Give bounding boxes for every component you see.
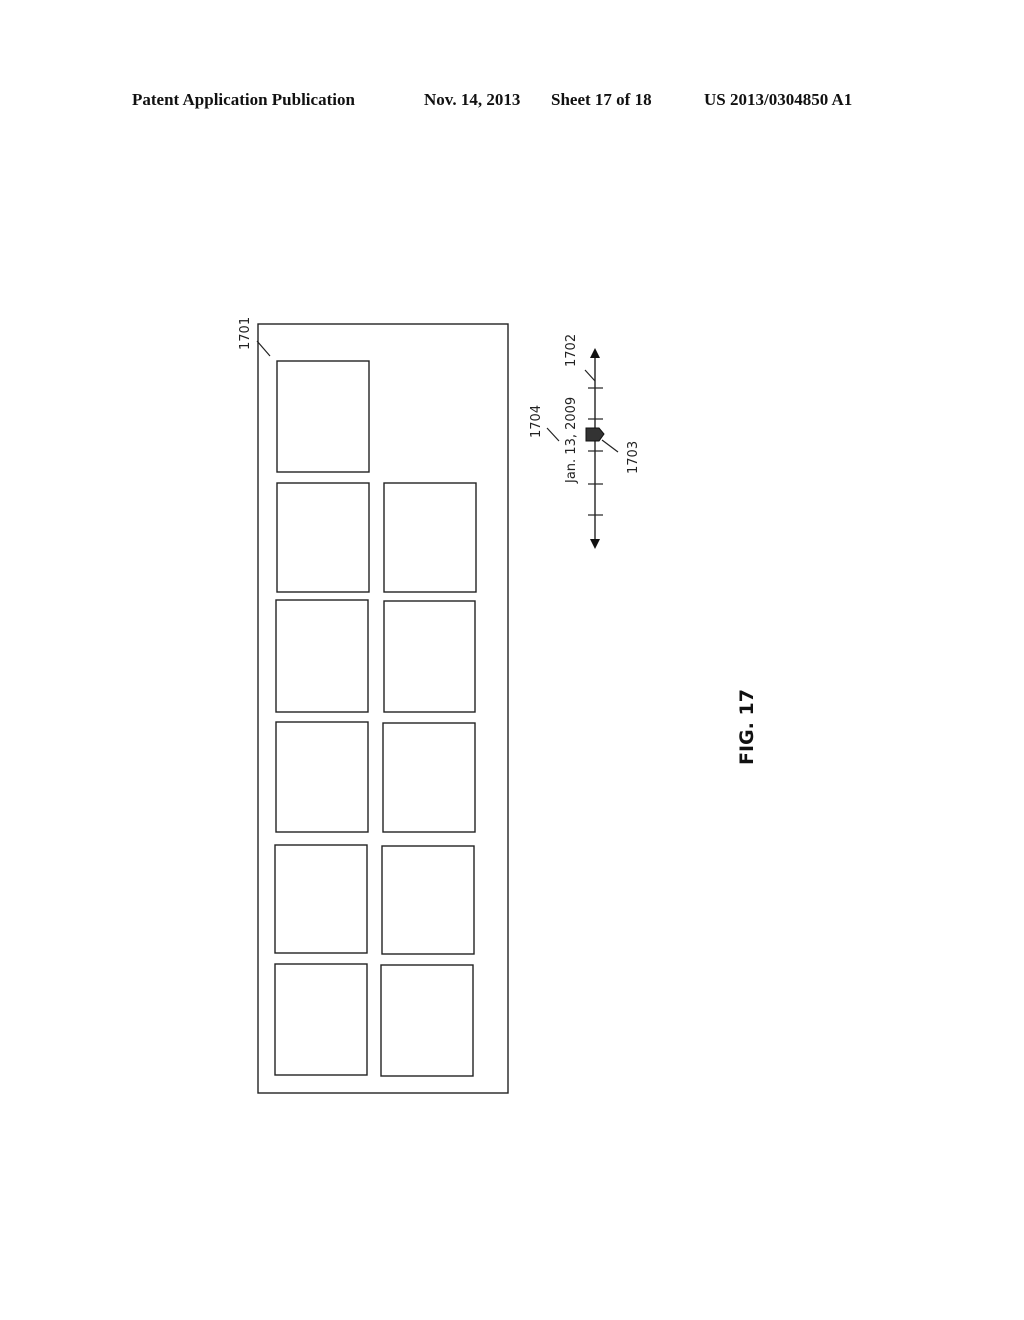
thumbnail-box[interactable] — [276, 482, 370, 593]
thumbnail-box[interactable] — [274, 844, 368, 954]
figure-label: FIG. 17 — [736, 689, 758, 765]
ref-label-1704: 1704 — [529, 405, 544, 438]
figure-drawing: 1701 1703 1702 Jan. 13, 2009 1704 FIG. 1… — [238, 317, 758, 1094]
leader-line-1702 — [584, 369, 596, 382]
thumbnail-box[interactable] — [383, 482, 477, 593]
date-label: Jan. 13, 2009 — [564, 397, 579, 484]
thumbnail-box[interactable] — [276, 360, 370, 473]
thumbnail-box[interactable] — [382, 722, 476, 833]
thumbnail-panel — [257, 323, 509, 1094]
ref-label-1703: 1703 — [626, 441, 641, 474]
thumbnail-box[interactable] — [275, 599, 369, 713]
thumbnail-box[interactable] — [274, 963, 368, 1076]
leader-line-1704 — [546, 427, 560, 442]
ref-label-1701: 1701 — [238, 317, 253, 350]
timeline-slider-handle[interactable] — [585, 427, 605, 442]
thumbnail-box[interactable] — [381, 845, 475, 955]
leader-line-1703 — [601, 439, 619, 453]
thumbnail-box[interactable] — [275, 721, 369, 833]
leader-line-1701 — [256, 340, 271, 357]
timeline[interactable] — [588, 348, 603, 549]
thumbnail-box[interactable] — [380, 964, 474, 1077]
arrow-up-icon — [590, 348, 600, 358]
ref-label-1702: 1702 — [564, 334, 579, 367]
thumbnail-grid — [274, 360, 477, 1077]
arrow-down-icon — [590, 539, 600, 549]
thumbnail-box[interactable] — [383, 600, 476, 713]
